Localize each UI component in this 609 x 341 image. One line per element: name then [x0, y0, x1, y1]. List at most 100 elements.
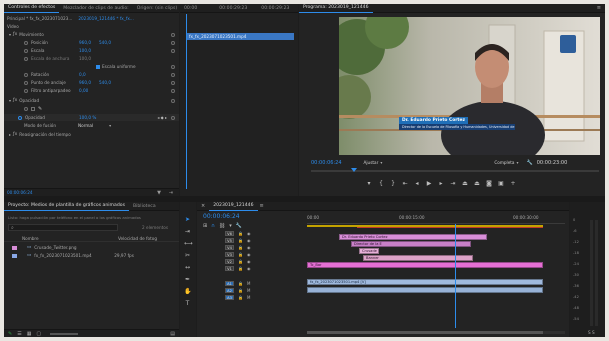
- reset-icon[interactable]: [171, 40, 175, 45]
- track-target-toggle[interactable]: V4: [225, 245, 234, 250]
- uniform-scale-checkbox[interactable]: [96, 64, 100, 69]
- timeline-playhead[interactable]: [455, 224, 456, 328]
- track-target-toggle[interactable]: V5: [225, 238, 234, 243]
- mark-in-icon[interactable]: ▾: [363, 180, 375, 187]
- eye-icon[interactable]: ◉: [247, 252, 251, 257]
- clip-tc-bar[interactable]: Tc_Bar: [307, 262, 543, 268]
- track-header[interactable]: V4 🔒 ◉: [197, 244, 305, 251]
- chevron-down-icon[interactable]: ▾: [109, 123, 111, 128]
- mark-out-icon[interactable]: {: [375, 180, 387, 187]
- chevron-down-icon[interactable]: ▾: [380, 160, 382, 165]
- ec-param-row[interactable]: Punto de anclaje 960,0 540,0: [4, 79, 179, 86]
- reset-icon[interactable]: [171, 64, 175, 69]
- lock-icon[interactable]: 🔒: [238, 295, 243, 300]
- track-target-toggle[interactable]: V6: [225, 231, 234, 236]
- ec-param-row[interactable]: Filtro antiparpadeo 0,00: [4, 87, 179, 94]
- timeline-ruler[interactable]: 00:00 00:00:15:00 00:00:30:00: [307, 214, 565, 224]
- ec-uniform-scale-row[interactable]: Escala uniforme: [4, 63, 179, 70]
- track-header[interactable]: V3 🔒 ◉: [197, 251, 305, 258]
- track-header[interactable]: V6 🔒 ◉: [197, 230, 305, 237]
- track-target-toggle[interactable]: A2: [225, 288, 234, 293]
- eye-icon[interactable]: ◉: [247, 245, 251, 250]
- rectangle-mask-icon[interactable]: [31, 106, 35, 111]
- tab-library[interactable]: Biblioteca: [129, 202, 160, 211]
- label-color-swatch[interactable]: [12, 253, 17, 258]
- expand-icon[interactable]: ▾: [9, 32, 11, 37]
- timeline-tab[interactable]: 2023019_121446: [209, 202, 258, 211]
- blend-mode-row[interactable]: Modo de fusión Normal ▾: [4, 122, 179, 129]
- slip-tool-icon[interactable]: ↔: [184, 264, 191, 271]
- param-value-x[interactable]: 960,0: [79, 80, 99, 85]
- meter-solo-labels[interactable]: S S: [588, 330, 595, 335]
- pen-mask-icon[interactable]: ✎: [38, 106, 42, 112]
- track-target-toggle[interactable]: V3: [225, 252, 234, 257]
- compare-icon[interactable]: ▣: [495, 180, 507, 187]
- menu-icon[interactable]: ≡: [597, 5, 601, 11]
- reset-icon[interactable]: [171, 98, 175, 103]
- icon-view-icon[interactable]: ▦: [27, 331, 32, 337]
- menu-icon[interactable]: ≡: [260, 203, 264, 209]
- param-value-x[interactable]: 0,00: [79, 88, 88, 93]
- reset-icon[interactable]: [171, 48, 175, 53]
- opacity-value[interactable]: 100,0 %: [79, 115, 96, 120]
- opacity-param-row[interactable]: Opacidad 100,0 % ◂ ◆ ▸: [4, 114, 179, 121]
- hand-tool-icon[interactable]: ✋: [184, 288, 191, 295]
- filter-icon[interactable]: ▼: [157, 190, 161, 196]
- ec-param-row[interactable]: Escala 100,0: [4, 47, 179, 54]
- lock-icon[interactable]: 🔒: [238, 252, 243, 257]
- timeline-scrollbar[interactable]: [307, 331, 565, 334]
- track-header[interactable]: A2 🔒 M: [197, 287, 305, 294]
- lock-icon[interactable]: 🔒: [238, 231, 243, 236]
- list-view-icon[interactable]: ☰: [17, 331, 21, 337]
- stopwatch-icon[interactable]: [24, 40, 28, 45]
- tab-source[interactable]: Origen: (sin clips): [133, 4, 179, 13]
- track-target-toggle[interactable]: V2: [225, 259, 234, 264]
- snap-icon[interactable]: ∩: [211, 223, 215, 229]
- stopwatch-icon[interactable]: [24, 72, 28, 77]
- time-remap-row[interactable]: ▸ ƒx Reasignación del tiempo: [4, 131, 179, 138]
- reset-icon[interactable]: [171, 72, 175, 77]
- program-timecode[interactable]: 00:00:06:24: [311, 160, 342, 166]
- stopwatch-icon[interactable]: [24, 80, 28, 85]
- stopwatch-icon[interactable]: [24, 56, 28, 61]
- strip-playhead[interactable]: [186, 14, 187, 189]
- clip-logo[interactable]: Crusade: [359, 248, 379, 254]
- ec-motion-row[interactable]: ▾ ƒx Movimiento: [4, 31, 179, 38]
- program-title[interactable]: Programa: 2023019_121446: [299, 4, 373, 13]
- label-color-swatch[interactable]: [12, 245, 17, 250]
- param-value-y[interactable]: 540,0: [99, 80, 111, 85]
- track-target-toggle[interactable]: A1: [225, 281, 234, 286]
- track-header[interactable]: V1 🔒 ◉: [197, 265, 305, 272]
- strip-clip[interactable]: fx_fx_2023071023501.mp4: [186, 33, 294, 40]
- eye-icon[interactable]: ◉: [247, 231, 251, 236]
- tab-project[interactable]: Proyecto: Medios de plantilla de gráfico…: [4, 202, 129, 211]
- track-header[interactable]: A1 🔒 M: [197, 280, 305, 287]
- lock-icon[interactable]: 🔒: [238, 245, 243, 250]
- ec-opacity-row[interactable]: ▾ ƒx Opacidad: [4, 97, 179, 104]
- clip-audio-main[interactable]: [307, 287, 543, 293]
- step-forward-icon[interactable]: ▸: [435, 180, 447, 187]
- chevron-down-icon[interactable]: ▾: [517, 160, 519, 165]
- go-to-in-icon[interactable]: ⇤: [399, 180, 411, 187]
- quality-select[interactable]: Completa: [494, 160, 514, 165]
- clip-video-main[interactable]: fx_fx_2023071023501.mp4 [V]: [307, 279, 543, 285]
- pen-tool-icon[interactable]: ✒: [184, 276, 191, 283]
- param-value-x[interactable]: 100,0: [79, 48, 99, 53]
- lock-icon[interactable]: 🔒: [238, 259, 243, 264]
- step-back-icon[interactable]: ◂: [411, 180, 423, 187]
- track-header[interactable]: A3 🔒 M: [197, 294, 305, 301]
- extract-icon[interactable]: ⏏: [471, 180, 483, 187]
- ripple-edit-tool-icon[interactable]: ⟷: [184, 240, 193, 247]
- stopwatch-icon[interactable]: [24, 88, 28, 93]
- program-scrubber[interactable]: [311, 168, 599, 172]
- track-target-toggle[interactable]: A3: [225, 295, 234, 300]
- eye-icon[interactable]: ◉: [247, 259, 251, 264]
- ec-param-row[interactable]: Rotación 0,0: [4, 71, 179, 78]
- expand-icon[interactable]: ▾: [9, 98, 11, 103]
- nest-icon[interactable]: ⊞: [203, 223, 207, 229]
- reset-icon[interactable]: [171, 88, 175, 93]
- clip-banner[interactable]: Banner: [363, 255, 473, 261]
- keyframe-nav-icon[interactable]: ◂ ◆ ▸: [157, 115, 167, 120]
- col-name[interactable]: Nombre: [22, 236, 118, 241]
- scrollbar-thumb[interactable]: [307, 331, 543, 334]
